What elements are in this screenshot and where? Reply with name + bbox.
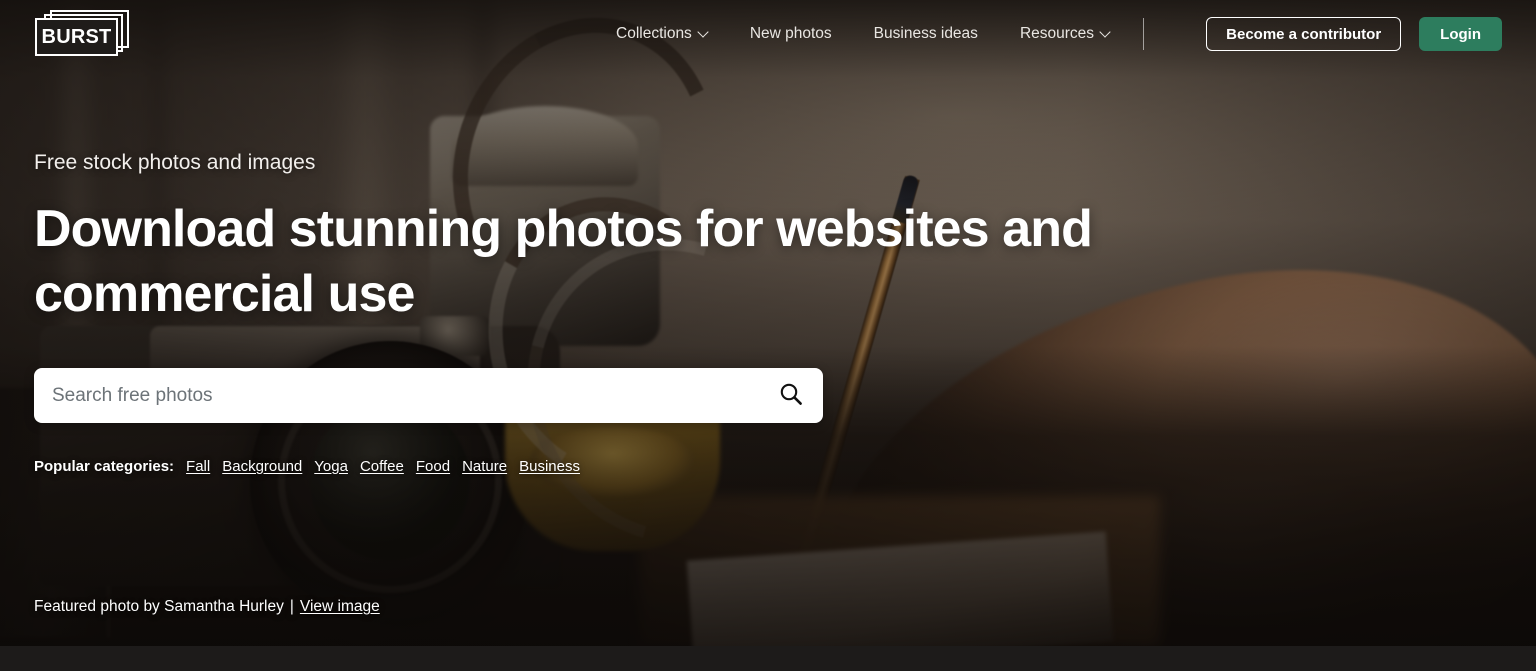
nav-item-label: Business ideas	[873, 25, 978, 42]
search-bar	[34, 368, 823, 423]
nav-item-label: New photos	[749, 25, 832, 42]
nav-item-new-photos[interactable]: New photos	[729, 25, 853, 43]
login-button[interactable]: Login	[1419, 17, 1502, 51]
chevron-down-icon	[699, 28, 708, 37]
nav-item-resources[interactable]: Resources	[999, 25, 1131, 43]
view-image-link[interactable]: View image	[300, 598, 380, 616]
category-link-coffee[interactable]: Coffee	[360, 458, 404, 475]
chevron-down-icon	[1101, 28, 1110, 37]
burst-homepage: BURST Collections New photos Business id…	[0, 0, 1536, 671]
nav-item-label: Collections	[616, 25, 692, 42]
search-icon	[778, 381, 804, 410]
logo-frame-front: BURST	[35, 18, 118, 56]
search-input[interactable]	[34, 384, 759, 407]
category-link-food[interactable]: Food	[416, 458, 450, 475]
popular-categories-label: Popular categories:	[34, 458, 175, 475]
burst-logo[interactable]: BURST	[34, 10, 134, 56]
nav-divider	[1143, 18, 1145, 50]
logo-text: BURST	[41, 26, 112, 48]
category-link-nature[interactable]: Nature	[462, 458, 507, 475]
site-header: BURST Collections New photos Business id…	[0, 0, 1536, 68]
hero-content: Free stock photos and images Download st…	[34, 150, 1134, 326]
photo-credit-separator: |	[289, 598, 294, 615]
header-actions: Become a contributor Login	[1206, 0, 1502, 68]
category-link-fall[interactable]: Fall	[186, 458, 210, 475]
hero-eyebrow: Free stock photos and images	[34, 151, 316, 174]
photo-credit-text: Featured photo by Samantha Hurley	[34, 598, 284, 615]
search-button[interactable]	[759, 368, 823, 423]
nav-item-label: Resources	[1019, 25, 1095, 42]
nav-item-collections[interactable]: Collections	[595, 25, 729, 43]
nav-item-business-ideas[interactable]: Business ideas	[853, 25, 999, 43]
category-link-yoga[interactable]: Yoga	[314, 458, 348, 475]
become-a-contributor-button[interactable]: Become a contributor	[1206, 17, 1402, 51]
popular-categories: Popular categories: Fall Background Yoga…	[34, 458, 592, 475]
category-link-business[interactable]: Business	[519, 458, 580, 475]
main-navigation: Collections New photos Business ideas Re…	[595, 0, 1162, 68]
page-footer-band	[0, 646, 1536, 671]
photo-credit: Featured photo by Samantha Hurley | View…	[34, 598, 380, 616]
page-title: Download stunning photos for websites an…	[34, 200, 1093, 323]
category-link-background[interactable]: Background	[222, 458, 302, 475]
